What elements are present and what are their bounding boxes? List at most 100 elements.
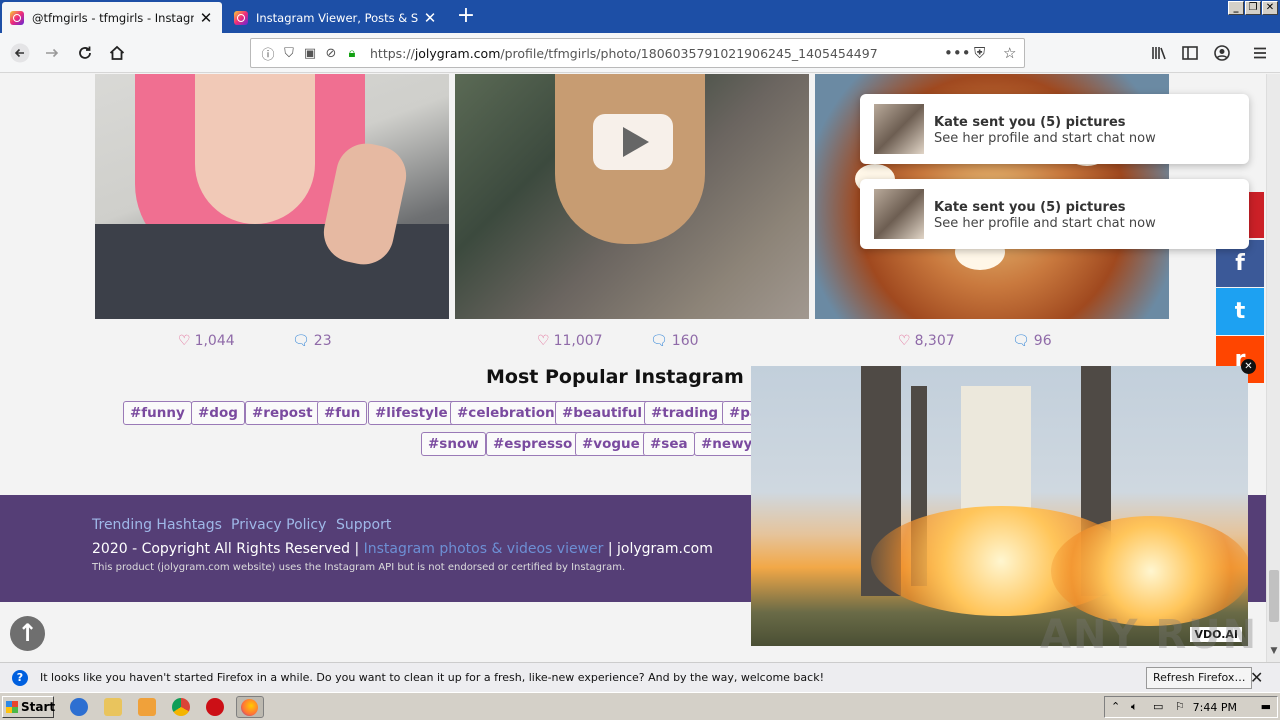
camera-blocked-icon[interactable]: ▣	[301, 44, 319, 62]
hashtag-link[interactable]: #funny	[123, 401, 192, 425]
heart-icon: ♡	[898, 333, 911, 349]
hashtag-link[interactable]: #fun	[317, 401, 368, 425]
reload-button[interactable]	[71, 40, 99, 66]
video-ad-player[interactable]: VDO.AI	[751, 366, 1248, 646]
url-text: https://jolygram.com/profile/tfmgirls/ph…	[370, 45, 878, 61]
watermark: ANY RUN	[1040, 612, 1259, 658]
heart-icon: ♡	[178, 333, 191, 349]
comment-icon: 🗨︎	[292, 333, 310, 349]
close-tab-icon[interactable]: ✕	[422, 9, 438, 27]
flag-icon[interactable]: ⚐	[1175, 700, 1185, 713]
home-button[interactable]	[103, 40, 131, 66]
hashtag-link[interactable]: #snow	[421, 432, 486, 456]
hamburger-icon	[1254, 47, 1266, 59]
comment-icon: 🗨︎	[650, 333, 668, 349]
vertical-scrollbar[interactable]: ▼	[1266, 74, 1280, 662]
footer-link-support[interactable]: Support	[336, 517, 391, 533]
post-1-likes: ♡ 1,044	[178, 333, 235, 349]
facebook-icon: f	[1235, 251, 1245, 276]
close-video-button[interactable]: ✕	[1241, 359, 1256, 374]
show-desktop-icon[interactable]: ▬	[1261, 700, 1271, 713]
notification-subtitle: See her profile and start chat now	[934, 216, 1156, 231]
footer-link-privacy[interactable]: Privacy Policy	[231, 517, 326, 533]
hashtag-link[interactable]: #dog	[191, 401, 245, 425]
play-icon[interactable]	[593, 114, 673, 170]
account-icon[interactable]	[1208, 40, 1236, 66]
footer-link-trending[interactable]: Trending Hashtags	[92, 517, 222, 533]
notification-thumbnail	[874, 189, 924, 239]
sidebar-icon[interactable]	[1176, 40, 1204, 66]
question-icon: ?	[12, 669, 28, 686]
bookmark-star-icon[interactable]: ☆	[1003, 44, 1016, 62]
notification-message: It looks like you haven't started Firefo…	[40, 671, 824, 684]
library-icon[interactable]	[1145, 40, 1173, 66]
hashtag-link[interactable]: #lifestyle	[368, 401, 455, 425]
twitter-icon: t	[1234, 299, 1246, 324]
close-tab-icon[interactable]: ✕	[198, 9, 214, 27]
network-icon[interactable]: ▭	[1153, 700, 1163, 713]
photo-detail	[195, 74, 315, 224]
ie-icon[interactable]	[70, 698, 88, 716]
url-bar[interactable]: ⓘ ⛉ ▣ ⊘ 🔒︎ https://jolygram.com/profile/…	[250, 38, 1025, 68]
post-photo-1[interactable]	[95, 74, 449, 319]
windows-taskbar: Start ⌃ 🔈︎ ▭ ⚐ 7:44 PM ▬	[0, 692, 1280, 720]
lock-icon[interactable]: 🔒︎	[343, 44, 361, 62]
minimize-button[interactable]: _	[1228, 1, 1244, 15]
copyright-suffix: | jolygram.com	[603, 541, 713, 557]
firefox-taskbar-button[interactable]	[236, 696, 264, 718]
post-video-2[interactable]	[455, 74, 809, 319]
hashtag-link[interactable]: #celebration	[450, 401, 562, 425]
chrome-icon[interactable]	[172, 698, 190, 716]
pocket-icon[interactable]: ⛨	[974, 44, 985, 62]
new-tab-button[interactable]: +	[452, 3, 480, 31]
close-window-button[interactable]: ✕	[1262, 1, 1278, 15]
post-2-likes: ♡ 11,007	[537, 333, 603, 349]
sidebar-glyph-icon	[1182, 46, 1198, 60]
scroll-to-top-button[interactable]: ↑	[10, 616, 45, 651]
folder-icon[interactable]	[104, 698, 122, 716]
chat-notification[interactable]: Kate sent you (5) pictures See her profi…	[860, 94, 1249, 164]
tab-tfmgirls[interactable]: @tfmgirls - tfmgirls - Instagram Po ✕	[2, 2, 222, 33]
viewer-link[interactable]: Instagram photos & videos viewer	[364, 541, 604, 557]
firefox-notification-bar: ? It looks like you haven't started Fire…	[0, 662, 1280, 692]
scrollbar-thumb[interactable]	[1269, 570, 1279, 622]
comments-count: 23	[313, 333, 332, 349]
likes-count: 1,044	[194, 333, 235, 349]
hashtag-link[interactable]: #espresso	[486, 432, 580, 456]
scroll-down-arrow-icon[interactable]: ▼	[1267, 646, 1280, 660]
forward-button[interactable]	[38, 40, 66, 66]
hashtag-link[interactable]: #repost	[245, 401, 320, 425]
hashtag-link[interactable]: #trading	[644, 401, 726, 425]
hashtag-link[interactable]: #sea	[643, 432, 695, 456]
chat-notification[interactable]: Kate sent you (5) pictures See her profi…	[860, 179, 1249, 249]
opera-icon[interactable]	[206, 698, 224, 716]
tab-title: Instagram Viewer, Posts & Story &	[256, 10, 418, 25]
media-player-icon[interactable]	[138, 698, 156, 716]
refresh-firefox-button[interactable]: Refresh Firefox…	[1146, 667, 1253, 689]
tab-strip: @tfmgirls - tfmgirls - Instagram Po ✕ In…	[0, 0, 1280, 33]
back-button[interactable]	[6, 40, 34, 66]
notification-subtitle: See her profile and start chat now	[934, 131, 1156, 146]
tracking-shield-icon[interactable]: ⛉	[280, 44, 298, 62]
forward-arrow-icon	[46, 48, 59, 58]
tab-title: @tfmgirls - tfmgirls - Instagram Po	[32, 10, 194, 25]
tray-expand-icon[interactable]: ⌃	[1111, 700, 1120, 713]
hashtag-link[interactable]: #beautiful	[555, 401, 650, 425]
system-tray: ⌃ 🔈︎ ▭ ⚐ 7:44 PM ▬	[1104, 696, 1278, 718]
post-1-comments: 🗨︎ 23	[292, 333, 332, 349]
firefox-icon	[241, 699, 258, 716]
info-icon[interactable]: ⓘ	[259, 44, 277, 63]
twitter-share-button[interactable]: t	[1216, 288, 1264, 335]
volume-icon[interactable]: 🔈︎	[1131, 700, 1138, 714]
post-3-likes: ♡ 8,307	[898, 333, 955, 349]
close-notification-icon[interactable]: ✕	[1250, 668, 1263, 687]
permissions-icon[interactable]: ⊘	[322, 44, 340, 62]
start-button[interactable]: Start	[2, 696, 55, 718]
comment-icon: 🗨︎	[1012, 333, 1030, 349]
menu-icon[interactable]	[1246, 40, 1274, 66]
post-3-comments: 🗨︎ 96	[1012, 333, 1052, 349]
hashtag-link[interactable]: #vogue	[575, 432, 647, 456]
tab-instagram-viewer[interactable]: Instagram Viewer, Posts & Story & ✕	[226, 2, 446, 33]
maximize-button[interactable]: ❐	[1245, 1, 1261, 15]
page-actions-icon[interactable]: •••	[944, 44, 971, 62]
